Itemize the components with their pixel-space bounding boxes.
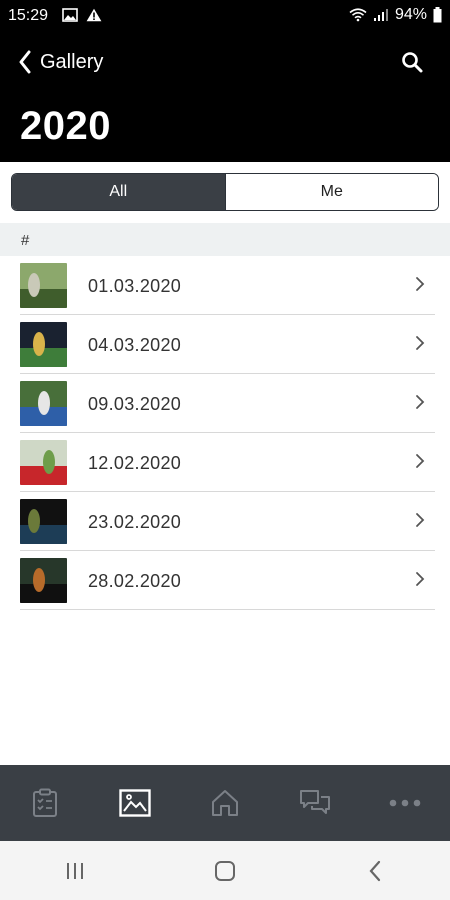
album-row[interactable]: 09.03.2020 [20,374,435,433]
album-date: 12.02.2020 [88,453,182,473]
battery-icon [433,7,442,23]
album-thumbnail [20,558,67,603]
bottom-navigation [0,765,450,841]
home-system-button[interactable] [185,846,265,896]
filter-segmented-control: All Me [11,173,439,211]
chevron-right-icon [416,395,425,409]
system-navigation-bar [0,841,450,900]
nav-chat[interactable] [285,773,345,833]
album-thumbnail [20,499,67,544]
album-date: 23.02.2020 [88,512,182,532]
chat-icon [300,790,330,814]
home-icon [212,790,238,816]
status-right: 94% [349,6,442,24]
status-left-icons [62,8,102,22]
album-row[interactable]: 04.03.2020 [20,315,435,374]
nav-home[interactable] [195,773,255,833]
status-bar: 15:29 94% [0,0,450,32]
album-row[interactable]: 28.02.2020 [20,551,435,610]
album-date: 01.03.2020 [88,276,182,296]
search-button[interactable] [400,50,424,79]
nav-more[interactable] [375,773,435,833]
album-thumbnail [20,322,67,367]
chevron-right-icon [416,513,425,527]
back-button[interactable]: Gallery [18,50,103,74]
recent-apps-button[interactable] [35,846,115,896]
image-notification-icon [62,8,78,22]
section-header: # [0,223,450,256]
wifi-icon [349,8,367,22]
section-label: # [21,232,30,249]
more-icon [389,799,421,807]
album-row[interactable]: 12.02.2020 [20,433,435,492]
home-square-icon [215,860,235,881]
search-icon [402,52,423,73]
album-date: 04.03.2020 [88,335,182,355]
nav-gallery[interactable] [105,773,165,833]
header: Gallery 2020 [0,32,450,162]
chevron-right-icon [416,572,425,586]
tab-all[interactable]: All [12,174,225,210]
status-time: 15:29 [8,7,49,24]
recent-apps-icon [67,862,83,879]
page-title: 2020 [20,104,111,148]
back-label: Gallery [40,50,104,73]
chevron-right-icon [416,277,425,291]
album-row[interactable]: 23.02.2020 [20,492,435,551]
tab-me[interactable]: Me [224,174,438,210]
back-arrow-icon [369,860,381,881]
signal-icon [373,9,388,21]
chevron-left-icon [19,50,31,74]
battery-percent: 94% [394,6,427,23]
chevron-right-icon [416,454,425,468]
album-list: 01.03.2020 04.03.2020 09.03.2020 12.02.2020… [0,256,450,610]
album-date: 28.02.2020 [88,571,182,591]
album-date: 09.03.2020 [88,394,182,414]
nav-clipboard[interactable] [15,773,75,833]
back-system-button[interactable] [335,846,415,896]
gallery-icon [119,789,151,817]
album-thumbnail [20,440,67,485]
chevron-right-icon [416,336,425,350]
album-thumbnail [20,381,67,426]
warning-icon [86,8,102,22]
album-row[interactable]: 01.03.2020 [20,256,435,315]
clipboard-icon [33,788,57,817]
album-thumbnail [20,263,67,308]
